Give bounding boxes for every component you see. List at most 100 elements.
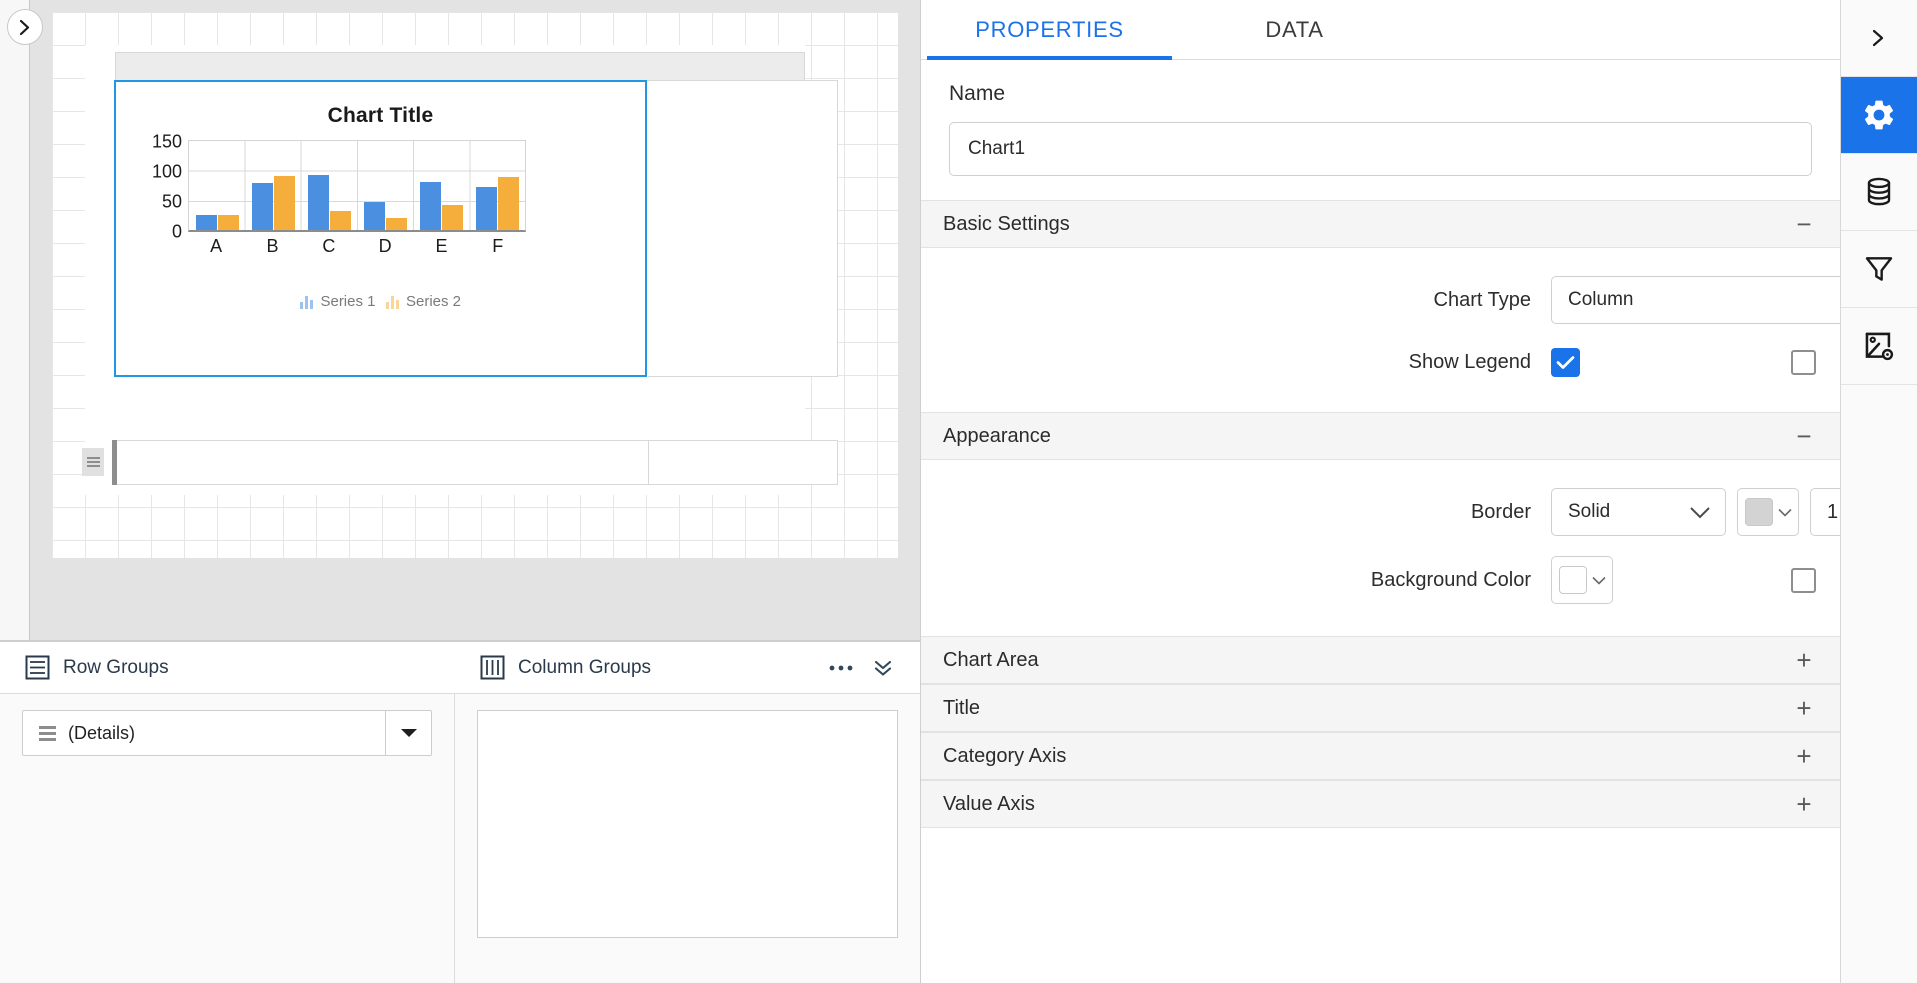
bar[interactable] xyxy=(419,181,441,230)
chart-title: Chart Title xyxy=(327,104,434,127)
band-resize-handle[interactable] xyxy=(82,448,104,476)
legend-label: Series 2 xyxy=(406,293,462,310)
bar[interactable] xyxy=(385,218,407,230)
hamburger-icon xyxy=(23,725,68,741)
section-expand-icon[interactable]: + xyxy=(1792,791,1816,817)
details-dropdown-button[interactable] xyxy=(385,711,431,755)
bar[interactable] xyxy=(195,215,217,230)
properties-scroll: Name Basic Settings − Chart Type Column xyxy=(921,60,1840,983)
rail-filter-button[interactable] xyxy=(1841,231,1917,308)
y-tick: 150 xyxy=(151,131,182,152)
x-tick: A xyxy=(210,236,223,256)
rail-properties-button[interactable] xyxy=(1841,77,1917,154)
bar[interactable] xyxy=(217,214,239,230)
chart-widget[interactable]: Chart Title 150 100 50 0 ABCDEF Series 1… xyxy=(114,80,647,377)
section-title: Appearance xyxy=(943,424,1051,447)
bar-group xyxy=(301,141,357,230)
section-header-category-axis[interactable]: Category Axis + xyxy=(921,732,1840,780)
vertical-ruler xyxy=(0,0,30,640)
section-header-chart-area[interactable]: Chart Area + xyxy=(921,636,1840,684)
rail-collapse-button[interactable] xyxy=(1841,0,1917,77)
bar[interactable] xyxy=(441,204,463,230)
double-chevron-down-icon xyxy=(874,660,892,676)
column-groups-label: Column Groups xyxy=(518,656,652,678)
section-header-appearance[interactable]: Appearance − xyxy=(921,412,1840,460)
section-collapse-icon[interactable]: − xyxy=(1792,211,1816,237)
check-icon xyxy=(1556,355,1575,369)
report-footer-band[interactable] xyxy=(115,440,838,485)
border-style-select[interactable]: Solid xyxy=(1551,488,1726,536)
right-column: PROPERTIES DATA Name Basic Settings − Ch… xyxy=(921,0,1917,983)
report-header-band[interactable] xyxy=(115,52,805,80)
section-expand-icon[interactable]: + xyxy=(1792,743,1816,769)
section-body-basic-settings: Chart Type Column Show Legend xyxy=(921,248,1840,412)
design-surface[interactable]: Chart Title 150 100 50 0 ABCDEF Series 1… xyxy=(0,0,920,640)
bar[interactable] xyxy=(329,211,351,230)
chevron-down-icon xyxy=(1777,508,1792,517)
section-expand-icon[interactable]: + xyxy=(1792,695,1816,721)
band-selection-bar xyxy=(112,440,117,485)
x-tick: F xyxy=(492,236,504,256)
footer-band-split xyxy=(648,440,649,485)
show-legend-expression-checkbox[interactable] xyxy=(1791,349,1816,375)
background-color-expression-checkbox[interactable] xyxy=(1791,567,1816,593)
border-style-value: Solid xyxy=(1568,501,1611,522)
series-bars-icon xyxy=(385,294,399,309)
rail-empty-area xyxy=(1841,385,1917,983)
legend-item[interactable]: Series 1 xyxy=(299,293,376,310)
background-color-label: Background Color xyxy=(1370,568,1531,591)
section-header-basic-settings[interactable]: Basic Settings − xyxy=(921,200,1840,248)
adjacent-cell[interactable] xyxy=(648,80,838,377)
section-header-title[interactable]: Title + xyxy=(921,684,1840,732)
bar[interactable] xyxy=(307,175,329,230)
bar-group xyxy=(189,141,245,230)
border-width-input[interactable] xyxy=(1811,489,1840,535)
background-color-picker[interactable] xyxy=(1551,556,1613,604)
image-settings-icon xyxy=(1865,332,1894,361)
column-groups-header[interactable]: Column Groups xyxy=(455,642,920,693)
plot-area xyxy=(188,140,526,232)
row-groups-pane: (Details) xyxy=(0,694,455,983)
chevron-down-icon xyxy=(1689,506,1711,519)
legend-item[interactable]: Series 2 xyxy=(385,293,462,310)
rows-icon xyxy=(25,655,50,680)
bar[interactable] xyxy=(475,186,497,230)
border-width-stepper[interactable] xyxy=(1810,488,1840,536)
section-collapse-icon[interactable]: − xyxy=(1792,423,1816,449)
tab-data[interactable]: DATA xyxy=(1172,0,1417,59)
panel-tabs: PROPERTIES DATA xyxy=(921,0,1840,60)
section-header-value-axis[interactable]: Value Axis + xyxy=(921,780,1840,828)
collapse-groups-button[interactable] xyxy=(868,653,898,683)
value-axis: 150 100 50 0 xyxy=(134,132,182,250)
bar-group xyxy=(357,141,413,230)
show-legend-checkbox[interactable] xyxy=(1551,347,1580,377)
chart-plot-wrap: 150 100 50 0 A B C D E F xyxy=(116,132,645,265)
column-groups-empty-area[interactable] xyxy=(477,710,898,938)
category-axis: A B C D E F xyxy=(188,236,526,257)
chart-type-select[interactable]: Column xyxy=(1551,276,1840,324)
groups-body: (Details) xyxy=(0,694,920,983)
border-color-swatch xyxy=(1744,498,1773,526)
rail-data-button[interactable] xyxy=(1841,154,1917,231)
rail-image-settings-button[interactable] xyxy=(1841,308,1917,385)
border-color-picker[interactable] xyxy=(1737,488,1799,536)
design-column: Chart Title 150 100 50 0 ABCDEF Series 1… xyxy=(0,0,921,983)
chart-type-label: Chart Type xyxy=(1433,288,1531,311)
bar[interactable] xyxy=(251,182,273,230)
row-groups-header[interactable]: Row Groups xyxy=(0,642,455,693)
bar[interactable] xyxy=(497,177,519,230)
section-expand-icon[interactable]: + xyxy=(1792,647,1816,673)
name-field-block: Name xyxy=(921,60,1840,200)
bar[interactable] xyxy=(273,176,295,230)
ellipsis-icon xyxy=(829,665,853,670)
bar[interactable] xyxy=(363,201,385,230)
name-input[interactable] xyxy=(949,122,1812,176)
section-title: Chart Area xyxy=(943,648,1039,671)
tab-properties[interactable]: PROPERTIES xyxy=(927,0,1172,60)
more-options-button[interactable] xyxy=(826,653,856,683)
expand-panel-button[interactable] xyxy=(7,9,43,45)
details-group-item[interactable]: (Details) xyxy=(22,710,432,756)
columns-icon xyxy=(480,655,505,680)
border-label: Border xyxy=(1470,500,1531,523)
bar-series-host xyxy=(189,141,525,230)
